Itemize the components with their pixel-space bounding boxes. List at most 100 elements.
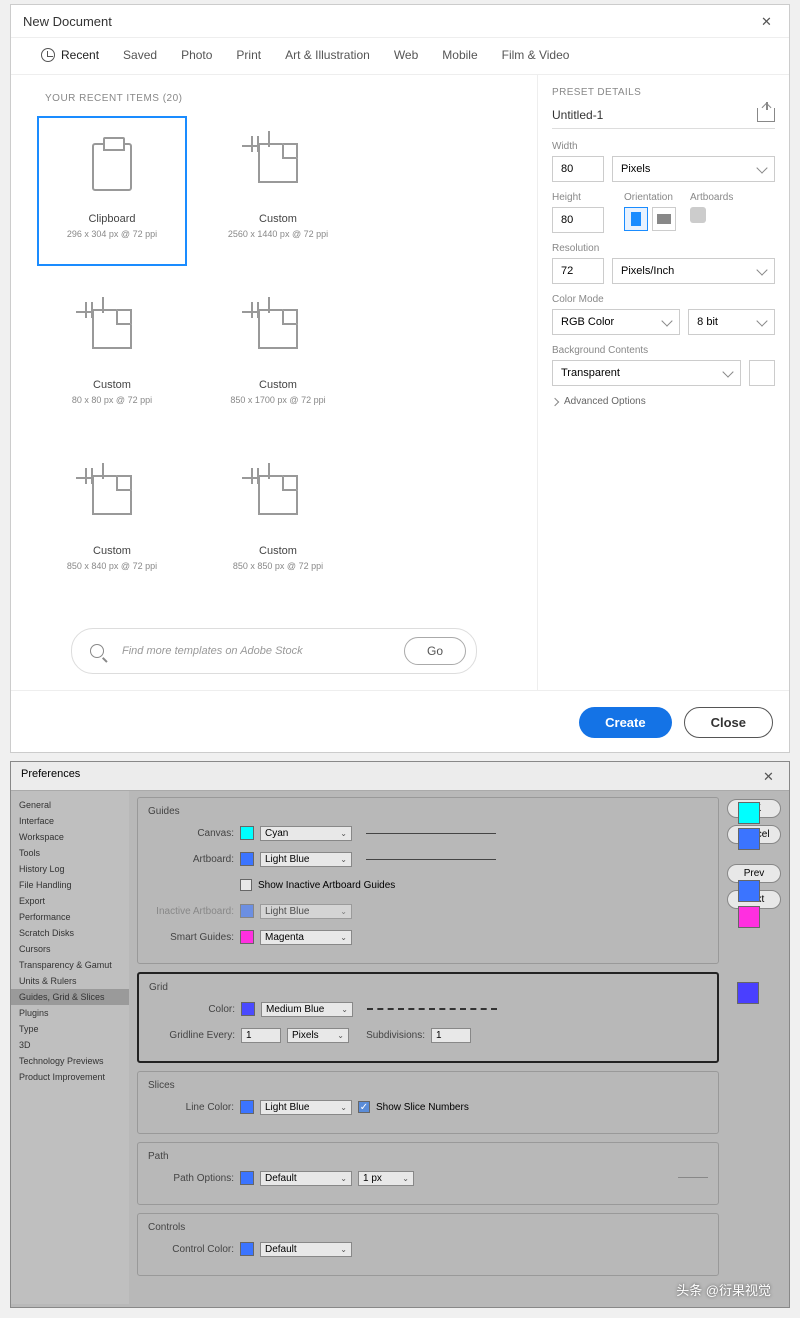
width-unit-select[interactable]: Pixels	[612, 156, 775, 182]
gridline-every-label: Gridline Every:	[149, 1030, 235, 1041]
sidebar-item[interactable]: Scratch Disks	[11, 925, 129, 941]
smart-color-swatch[interactable]	[240, 930, 254, 944]
resolution-unit-select[interactable]: Pixels/Inch	[612, 258, 775, 284]
stock-search[interactable]: Find more templates on Adobe Stock Go	[71, 628, 477, 674]
inactive-artboard-label: Inactive Artboard:	[148, 906, 234, 917]
grid-color-swatch[interactable]	[241, 1002, 255, 1016]
grid-big-swatch[interactable]	[737, 982, 759, 1004]
artboards-checkbox[interactable]	[690, 207, 706, 223]
sidebar-item[interactable]: General	[11, 797, 129, 813]
line-color-label: Line Color:	[148, 1102, 234, 1113]
preset-card[interactable]: Clipboard296 x 304 px @ 72 ppi	[37, 116, 187, 266]
width-input[interactable]	[552, 156, 604, 182]
canvas-label: Canvas:	[148, 828, 234, 839]
grid-line-style[interactable]	[367, 1008, 497, 1010]
tab-web[interactable]: Web	[394, 48, 418, 62]
subdivisions-label: Subdivisions:	[355, 1030, 425, 1041]
gridline-unit-select[interactable]: Pixels⌄	[287, 1028, 349, 1043]
sidebar-item[interactable]: Plugins	[11, 1005, 129, 1021]
guides-section: Guides Canvas: Cyan⌄ Artboard: Light Blu…	[137, 797, 719, 964]
sidebar-item[interactable]: Export	[11, 893, 129, 909]
tab-recent[interactable]: Recent	[41, 48, 99, 62]
inactive-big-swatch	[738, 880, 760, 902]
background-select[interactable]: Transparent	[552, 360, 741, 386]
orientation-landscape-button[interactable]	[652, 207, 676, 231]
sidebar-item[interactable]: Workspace	[11, 829, 129, 845]
canvas-color-swatch[interactable]	[240, 826, 254, 840]
height-input[interactable]	[552, 207, 604, 233]
tab-photo[interactable]: Photo	[181, 48, 212, 62]
gridline-every-input[interactable]	[241, 1028, 281, 1043]
sidebar-item[interactable]: File Handling	[11, 877, 129, 893]
resolution-input[interactable]	[552, 258, 604, 284]
smart-big-swatch[interactable]	[738, 906, 760, 928]
tab-saved[interactable]: Saved	[123, 48, 157, 62]
landscape-icon	[657, 214, 671, 224]
canvas-big-swatch[interactable]	[738, 802, 760, 824]
sidebar-item[interactable]: Interface	[11, 813, 129, 829]
sidebar-item[interactable]: Units & Rulers	[11, 973, 129, 989]
sidebar-item[interactable]: Type	[11, 1021, 129, 1037]
sidebar-item[interactable]: Cursors	[11, 941, 129, 957]
color-mode-select[interactable]: RGB Color	[552, 309, 680, 335]
tab-art[interactable]: Art & Illustration	[285, 48, 370, 62]
recent-icon	[41, 48, 55, 62]
orientation-portrait-button[interactable]	[624, 207, 648, 231]
path-width-select[interactable]: 1 px⌄	[358, 1171, 414, 1186]
search-placeholder: Find more templates on Adobe Stock	[122, 645, 386, 657]
control-color-select[interactable]: Default⌄	[260, 1242, 352, 1257]
tab-film[interactable]: Film & Video	[502, 48, 570, 62]
path-color-swatch[interactable]	[240, 1171, 254, 1185]
preset-card[interactable]: Custom850 x 1700 px @ 72 ppi	[203, 282, 353, 432]
portrait-icon	[631, 212, 641, 226]
show-inactive-checkbox[interactable]	[240, 879, 252, 891]
slices-section: Slices Line Color: Light Blue⌄ ✓ Show Sl…	[137, 1071, 719, 1134]
create-button[interactable]: Create	[579, 707, 671, 738]
path-section: Path Path Options: Default⌄ 1 px⌄	[137, 1142, 719, 1205]
sidebar-item[interactable]: History Log	[11, 861, 129, 877]
preset-card[interactable]: Custom850 x 840 px @ 72 ppi	[37, 448, 187, 598]
color-depth-select[interactable]: 8 bit	[688, 309, 775, 335]
preset-card[interactable]: Custom2560 x 1440 px @ 72 ppi	[203, 116, 353, 266]
subdivisions-input[interactable]	[431, 1028, 471, 1043]
save-preset-icon[interactable]	[757, 108, 775, 122]
sidebar-item[interactable]: Tools	[11, 845, 129, 861]
smart-color-select[interactable]: Magenta⌄	[260, 930, 352, 945]
sidebar-item[interactable]: Guides, Grid & Slices	[11, 989, 129, 1005]
preset-name-input[interactable]: Untitled-1	[552, 108, 603, 122]
path-options-select[interactable]: Default⌄	[260, 1171, 352, 1186]
sidebar-item[interactable]: Performance	[11, 909, 129, 925]
sidebar-item[interactable]: Technology Previews	[11, 1053, 129, 1069]
control-color-swatch[interactable]	[240, 1242, 254, 1256]
preset-card[interactable]: Custom850 x 850 px @ 72 ppi	[203, 448, 353, 598]
artboard-color-select[interactable]: Light Blue⌄	[260, 852, 352, 867]
close-icon[interactable]	[763, 768, 779, 784]
artboard-big-swatch[interactable]	[738, 828, 760, 850]
artboard-line-style[interactable]	[366, 859, 496, 860]
sidebar-item[interactable]: Product Improvement	[11, 1069, 129, 1085]
tab-mobile[interactable]: Mobile	[442, 48, 477, 62]
tab-print[interactable]: Print	[236, 48, 261, 62]
preferences-dialog: Preferences GeneralInterfaceWorkspaceToo…	[10, 761, 790, 1308]
sidebar-item[interactable]: Transparency & Gamut	[11, 957, 129, 973]
canvas-line-style[interactable]	[366, 833, 496, 834]
section-title: Path	[148, 1151, 708, 1162]
show-slice-numbers-label: Show Slice Numbers	[376, 1102, 469, 1113]
show-slice-numbers-checkbox[interactable]: ✓	[358, 1101, 370, 1113]
section-title: Grid	[149, 982, 707, 993]
close-button[interactable]: Close	[684, 707, 773, 738]
dialog-title: New Document	[23, 14, 112, 29]
advanced-options-toggle[interactable]: Advanced Options	[552, 396, 775, 407]
go-button[interactable]: Go	[404, 637, 466, 665]
document-icon	[254, 475, 302, 515]
canvas-color-select[interactable]: Cyan⌄	[260, 826, 352, 841]
preset-card[interactable]: Custom80 x 80 px @ 72 ppi	[37, 282, 187, 432]
background-swatch[interactable]	[749, 360, 775, 386]
sidebar-item[interactable]: 3D	[11, 1037, 129, 1053]
close-icon[interactable]	[761, 13, 777, 29]
slice-color-swatch[interactable]	[240, 1100, 254, 1114]
artboard-color-swatch[interactable]	[240, 852, 254, 866]
slice-color-select[interactable]: Light Blue⌄	[260, 1100, 352, 1115]
preferences-sidebar: GeneralInterfaceWorkspaceToolsHistory Lo…	[11, 791, 129, 1304]
grid-color-select[interactable]: Medium Blue⌄	[261, 1002, 353, 1017]
